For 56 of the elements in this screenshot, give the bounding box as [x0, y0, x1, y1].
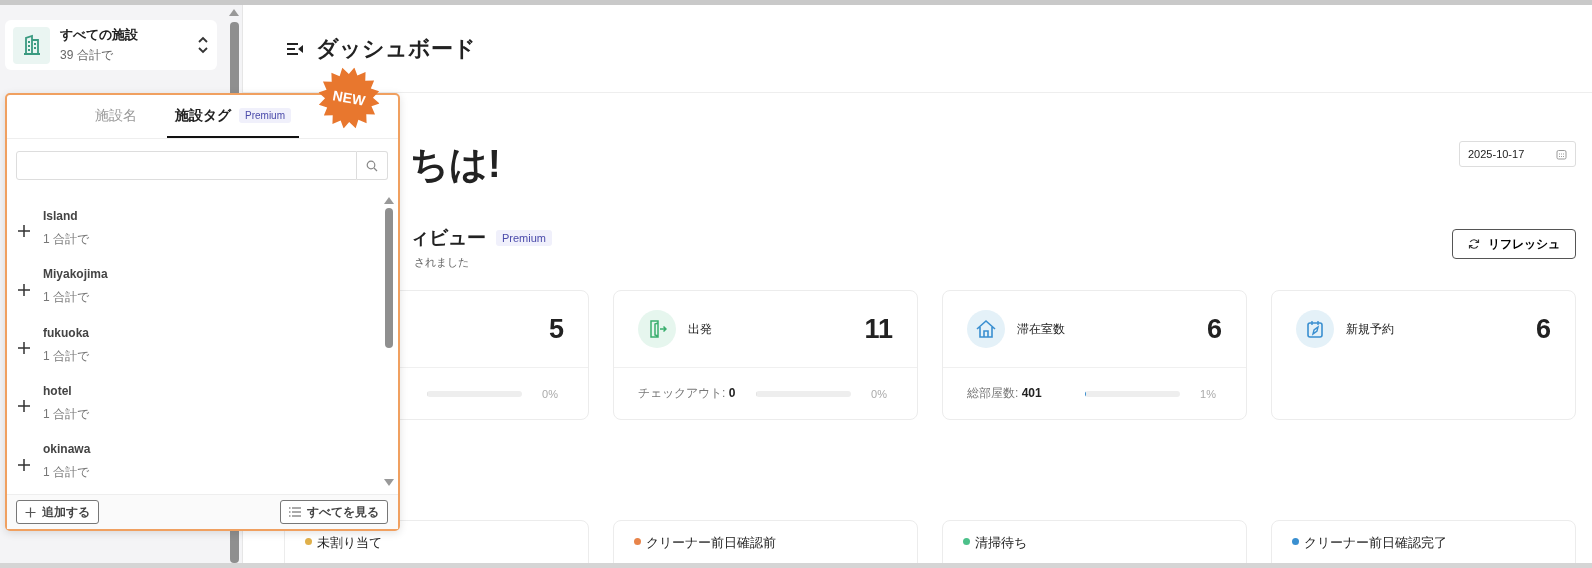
greeting: ちは! [410, 141, 501, 187]
page-title: ダッシュボード [316, 34, 476, 63]
percent-text: 1% [1200, 387, 1216, 400]
tag-count: 1 合計で [43, 289, 90, 307]
search-icon[interactable] [357, 151, 388, 180]
tag-name[interactable]: Miyakojima [43, 267, 108, 282]
refresh-button[interactable]: リフレッシュ [1452, 229, 1576, 259]
tag-count: 1 合計で [43, 347, 89, 365]
add-button[interactable]: 追加する [16, 500, 99, 524]
building-icon [13, 26, 50, 64]
door-exit-icon [638, 310, 676, 348]
refresh-icon [1468, 238, 1480, 250]
card-label: 滞在室数 [1017, 320, 1065, 338]
calendar-icon [1296, 310, 1334, 348]
plus-icon[interactable] [17, 399, 31, 414]
stat-value: 11 [864, 313, 893, 345]
house-icon [967, 310, 1005, 348]
date-field[interactable]: 2025-10-17 [1459, 141, 1576, 167]
percent-text: 0% [542, 387, 558, 400]
tag-count: 1 合計で [43, 230, 89, 248]
premium-badge: Premium [496, 230, 552, 246]
tag-name[interactable]: Island [43, 208, 89, 223]
view-all-button[interactable]: すべてを見る [280, 500, 388, 524]
tag-name[interactable]: okinawa [43, 442, 91, 457]
update-note: されました [414, 255, 470, 270]
plus-icon[interactable] [17, 457, 31, 472]
tag-count: 1 合計で [43, 405, 89, 423]
facility-name: すべての施設 [60, 26, 139, 44]
status-label: クリーナー前日確認前 [646, 534, 776, 552]
status-label: クリーナー前日確認完了 [1304, 534, 1447, 552]
tag-name[interactable]: fukuoka [43, 325, 89, 340]
percent-text: 0% [871, 387, 887, 400]
stat-detail: チェックアウト: 0 [638, 385, 737, 402]
tag-name[interactable]: hotel [43, 383, 89, 398]
facility-selector[interactable]: すべての施設 39 合計で [5, 20, 217, 70]
plus-icon[interactable] [17, 341, 31, 355]
stat-value: 5 [548, 313, 564, 345]
card-label: 新規予約 [1346, 320, 1394, 338]
section-title: ィビュー [410, 226, 486, 250]
tab[interactable]: 施設タグ Premium [167, 95, 299, 138]
search-field[interactable] [16, 151, 357, 180]
calendar-icon [1556, 148, 1567, 160]
stat-detail: 総部屋数: 401 [967, 385, 1043, 402]
stat-value: 6 [1206, 313, 1222, 345]
menu-collapse-icon[interactable] [286, 41, 304, 56]
plus-icon [25, 506, 36, 518]
tag-count: 1 合計で [43, 464, 90, 482]
plus-icon[interactable] [17, 282, 31, 297]
list-icon [289, 507, 301, 517]
card-label: 出発 [688, 320, 712, 338]
stat-value: 6 [1535, 313, 1551, 345]
facility-count: 39 合計で [60, 47, 114, 64]
chevron-updown-icon [197, 35, 209, 55]
status-label: 清掃待ち [975, 534, 1027, 552]
plus-icon[interactable] [17, 224, 31, 239]
status-label: 未割り当て [317, 534, 382, 552]
